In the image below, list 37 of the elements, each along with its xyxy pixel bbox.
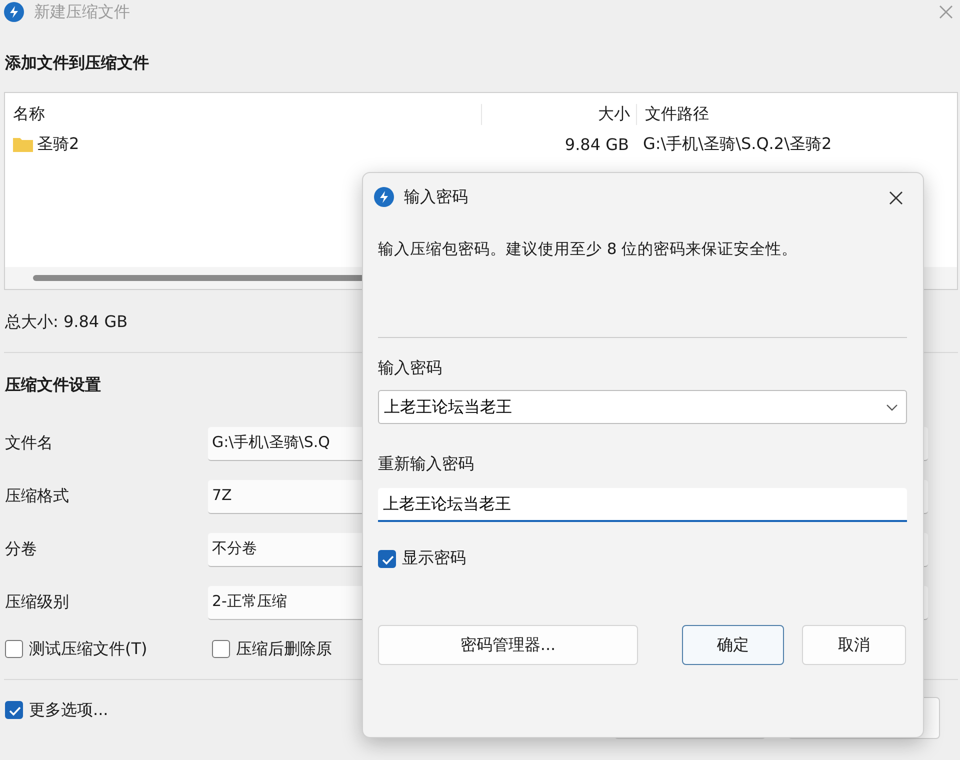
column-header[interactable]: 文件路径 <box>636 104 709 124</box>
password-manager-button[interactable]: 密码管理器... <box>378 625 638 665</box>
checkbox-label: 测试压缩文件(T) <box>29 638 148 660</box>
chevron-down-icon[interactable] <box>886 404 898 410</box>
password-input-field[interactable]: 上老王论坛当老王 <box>378 488 907 522</box>
window-title: 新建压缩文件 <box>34 2 130 22</box>
column-header[interactable]: 大小 <box>481 104 636 124</box>
checkbox-label: 更多选项... <box>29 700 108 720</box>
close-icon[interactable] <box>888 190 903 204</box>
checkbox[interactable] <box>212 640 230 658</box>
dialog-title: 输入密码 <box>404 186 468 208</box>
field-label: 压缩级别 <box>5 592 70 613</box>
checkbox[interactable] <box>5 640 23 658</box>
field-label: 压缩格式 <box>5 486 70 507</box>
total-size: 总大小: 9.84 GB <box>4 311 129 333</box>
checkbox-label: 压缩后删除原 <box>236 638 332 660</box>
field-label: 文件名 <box>5 433 54 454</box>
field-label: 分卷 <box>5 539 38 560</box>
checkbox[interactable] <box>378 550 396 568</box>
cancel-button[interactable]: 取消 <box>802 625 906 665</box>
dialog-message: 输入压缩包密码。建议使用至少 8 位的密码来保证安全性。 <box>378 239 799 260</box>
app-logo-icon <box>4 2 24 22</box>
section-heading: 添加文件到压缩文件 <box>4 53 150 74</box>
password-field[interactable]: 上老王论坛当老王 <box>384 398 886 416</box>
checkbox[interactable] <box>5 701 23 719</box>
folder-icon <box>13 136 33 152</box>
section-heading: 压缩文件设置 <box>4 375 102 396</box>
checkbox-label: 显示密码 <box>402 548 466 569</box>
file-size: 9.84 GB <box>564 134 630 154</box>
file-path: G:\手机\圣骑\S.Q.2\圣骑2 <box>642 134 832 154</box>
field-label: 输入密码 <box>378 358 443 379</box>
field-label: 重新输入密码 <box>378 454 475 475</box>
ok-button[interactable]: 确定 <box>682 625 784 665</box>
column-header[interactable]: 名称 <box>5 104 481 124</box>
password-combo-box[interactable]: 上老王论坛当老王 <box>378 390 907 424</box>
file-name: 圣骑2 <box>37 134 80 154</box>
app-logo-icon <box>374 187 394 207</box>
